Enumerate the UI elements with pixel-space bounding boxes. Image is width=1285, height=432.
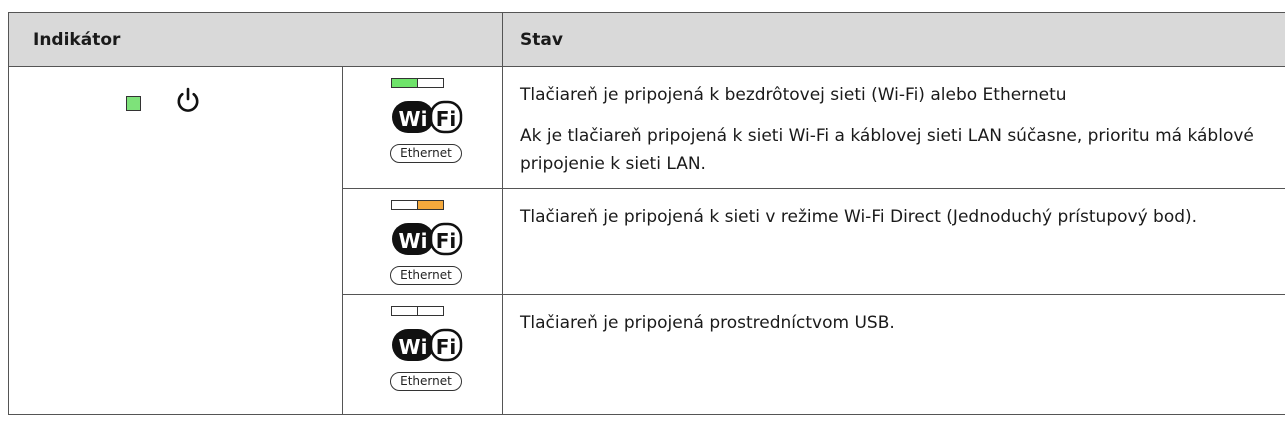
- table-row: Wi Fi Ethernet Tlačiareň je pripojená k be…: [8, 66, 1285, 415]
- indicator-cell: [8, 66, 343, 415]
- led-segment: [417, 307, 443, 315]
- wifi-logo-left-text: Wi: [399, 229, 428, 253]
- led-segment: [417, 79, 443, 87]
- wifi-logo-right-text: Fi: [436, 107, 457, 131]
- wifi-logo-icon: Wi Fi: [392, 100, 463, 134]
- led-segment: [417, 201, 443, 209]
- wifi-logo-right-text: Fi: [436, 335, 457, 359]
- wifi-logo-icon: Wi Fi: [392, 222, 463, 256]
- status-table: Indikátor Stav Wi Fi Ethernet Tlačiareň je…: [7, 12, 1285, 415]
- status-cell: Tlačiareň je pripojená k bezdrôtovej sie…: [502, 66, 1285, 189]
- header-indikator: Indikátor: [7, 12, 504, 67]
- status-text: Ak je tlačiareň pripojená k sieti Wi-Fi …: [520, 126, 1254, 174]
- status-text: Tlačiareň je pripojená k bezdrôtovej sie…: [520, 85, 1067, 105]
- indicator-lights: [126, 87, 201, 119]
- status-cell: Tlačiareň je pripojená k sieti v režime …: [502, 188, 1285, 295]
- status-cell: Tlačiareň je pripojená prostredníctvom U…: [502, 294, 1285, 415]
- led-segment: [392, 201, 417, 209]
- wifi-logo-right-text: Fi: [436, 229, 457, 253]
- wifi-logo-left-text: Wi: [399, 107, 428, 131]
- header-stav: Stav: [502, 12, 1285, 67]
- network-icon-cell: Wi Fi Ethernet: [341, 66, 504, 189]
- led-segment: [392, 79, 417, 87]
- network-icon-cell: Wi Fi Ethernet: [341, 294, 504, 415]
- power-icon: [175, 87, 201, 119]
- green-light-icon: [126, 95, 141, 111]
- ethernet-badge: Ethernet: [390, 144, 462, 163]
- led-segment: [392, 307, 417, 315]
- network-icon-cell: Wi Fi Ethernet: [341, 188, 504, 295]
- network-led-icon: [391, 200, 444, 210]
- ethernet-badge: Ethernet: [390, 266, 462, 285]
- status-text: Tlačiareň je pripojená k sieti v režime …: [520, 207, 1198, 227]
- network-led-icon: [391, 306, 444, 316]
- network-led-icon: [391, 78, 444, 88]
- status-text: Tlačiareň je pripojená prostredníctvom U…: [520, 313, 895, 333]
- wifi-logo-left-text: Wi: [399, 335, 428, 359]
- header-row: Indikátor Stav: [7, 12, 1285, 67]
- ethernet-badge: Ethernet: [390, 372, 462, 391]
- wifi-logo-icon: Wi Fi: [392, 328, 463, 362]
